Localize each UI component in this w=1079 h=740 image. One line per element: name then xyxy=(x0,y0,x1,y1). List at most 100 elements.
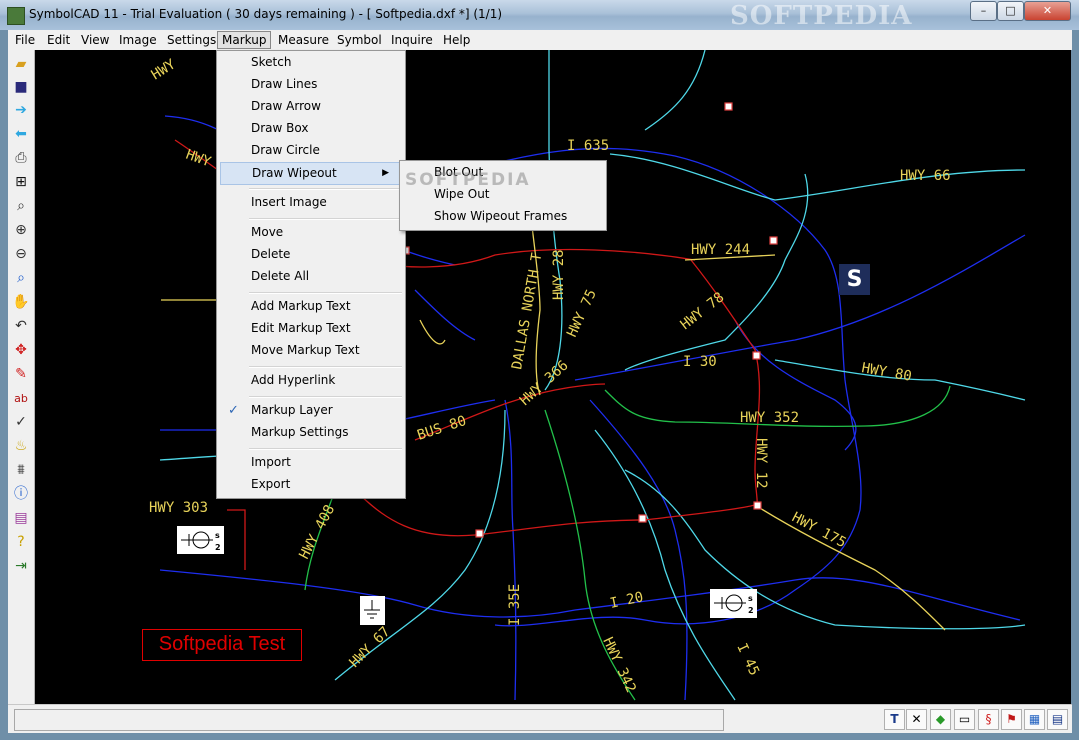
menu-item-label: Draw Wipeout xyxy=(252,166,337,180)
menu-item-markup-settings[interactable]: Markup Settings xyxy=(220,422,348,443)
menu-item-move-markup-text[interactable]: Move Markup Text xyxy=(220,340,360,361)
menu-item-draw-wipeout[interactable]: Draw Wipeout ▶ xyxy=(220,162,400,185)
menu-item-draw-arrow[interactable]: Draw Arrow xyxy=(220,96,321,117)
road-cyan xyxy=(644,50,706,131)
help-question-icon[interactable]: ? xyxy=(10,532,32,553)
zoom-icon[interactable]: ⌕ xyxy=(10,196,32,217)
binoculars-icon[interactable]: ⊞ xyxy=(10,172,32,193)
svg-text:2: 2 xyxy=(748,606,754,615)
menu-inquire[interactable]: Inquire xyxy=(386,31,438,49)
menu-view[interactable]: View xyxy=(76,31,114,49)
pencil-icon[interactable]: ✎ xyxy=(10,364,32,385)
status-bar: T ✕ ◆ ▭ § ⚑ ▦ ▤ xyxy=(8,704,1072,733)
app-icon[interactable] xyxy=(7,7,25,25)
zoom-out-icon[interactable]: ⊖ xyxy=(10,244,32,265)
svg-text:2: 2 xyxy=(215,543,221,552)
back-arrow-icon[interactable]: ⬅ xyxy=(10,124,32,145)
menu-item-delete[interactable]: Delete xyxy=(220,244,290,265)
minimize-button[interactable]: – xyxy=(970,1,997,21)
text-ab-icon[interactable]: ab xyxy=(10,388,32,409)
menu-item-insert-image[interactable]: Insert Image xyxy=(220,192,327,213)
book-icon[interactable]: ▤ xyxy=(10,508,32,529)
menu-markup[interactable]: Markup xyxy=(217,31,272,49)
menu-separator xyxy=(249,448,402,450)
menu-item-add-markup-text[interactable]: Add Markup Text xyxy=(220,296,351,317)
map-marker[interactable] xyxy=(752,351,761,360)
open-folder-icon[interactable]: ▰ xyxy=(10,54,32,75)
menu-item-delete-all[interactable]: Delete All xyxy=(220,266,309,287)
menu-item-blot-out[interactable]: Blot Out xyxy=(403,162,483,183)
map-drawing: HWY HWY I 635 HWY 66 DALLAS NORTH T HWY … xyxy=(149,50,1026,701)
style-icon[interactable]: ⚑ xyxy=(1001,709,1022,730)
menu-edit[interactable]: Edit xyxy=(42,31,75,49)
menu-measure[interactable]: Measure xyxy=(273,31,334,49)
menu-item-markup-layer[interactable]: ✓ Markup Layer xyxy=(220,400,333,421)
exit-icon[interactable]: ⇥ xyxy=(10,556,32,577)
menu-help[interactable]: Help xyxy=(438,31,475,49)
pan-hand-icon[interactable]: ✋ xyxy=(10,292,32,313)
menu-item-import[interactable]: Import xyxy=(220,452,291,473)
menu-item-edit-markup-text[interactable]: Edit Markup Text xyxy=(220,318,351,339)
title-bar[interactable]: SymbolCAD 11 - Trial Evaluation ( 30 day… xyxy=(0,0,1079,31)
layer-icon[interactable]: ◆ xyxy=(930,709,951,730)
menu-settings[interactable]: Settings xyxy=(162,31,221,49)
maximize-button[interactable]: □ xyxy=(997,1,1024,21)
measure-icon[interactable]: ✓ xyxy=(10,412,32,433)
color-icon[interactable]: ▦ xyxy=(1024,709,1045,730)
menu-image[interactable]: Image xyxy=(114,31,162,49)
meter-symbol[interactable]: s 2 xyxy=(710,589,757,618)
zoom-window-icon[interactable]: ⌕ xyxy=(10,268,32,289)
drawing-canvas[interactable]: HWY HWY I 635 HWY 66 DALLAS NORTH T HWY … xyxy=(35,50,1071,704)
text-tool-icon[interactable]: T xyxy=(884,709,905,730)
snap-icon[interactable]: § xyxy=(978,709,999,730)
map-marker[interactable] xyxy=(753,501,762,510)
bulb-icon[interactable]: ♨ xyxy=(10,436,32,457)
road-blue xyxy=(414,289,476,341)
menu-bar: File Edit View Image Settings Markup Mea… xyxy=(8,30,1072,50)
cancel-icon[interactable]: ✕ xyxy=(906,709,927,730)
submenu-arrow-icon: ▶ xyxy=(382,168,389,178)
menu-item-move[interactable]: Move xyxy=(220,222,283,243)
info-icon[interactable]: ⓘ xyxy=(10,484,32,505)
close-button[interactable]: ✕ xyxy=(1024,1,1071,21)
road-blue xyxy=(504,399,517,701)
status-field xyxy=(14,709,724,731)
map-marker[interactable] xyxy=(769,236,778,245)
menu-item-wipe-out[interactable]: Wipe Out xyxy=(403,184,490,205)
zoom-in-icon[interactable]: ⊕ xyxy=(10,220,32,241)
map-label: HWY 66 xyxy=(900,168,951,184)
menu-item-draw-lines[interactable]: Draw Lines xyxy=(220,74,317,95)
display-icon[interactable]: ▤ xyxy=(1047,709,1068,730)
layers-icon[interactable]: ⩩ xyxy=(10,460,32,481)
menu-symbol[interactable]: Symbol xyxy=(332,31,387,49)
wipeout-submenu: Blot Out Wipe Out Show Wipeout Frames xyxy=(399,160,607,231)
window-icon[interactable]: ▭ xyxy=(954,709,975,730)
svg-text:s: s xyxy=(215,531,220,540)
map-marker[interactable] xyxy=(638,514,647,523)
menu-item-draw-box[interactable]: Draw Box xyxy=(220,118,308,139)
menu-file[interactable]: File xyxy=(10,31,40,49)
map-label: I 35E xyxy=(507,584,523,626)
softpedia-test-text[interactable]: Softpedia Test xyxy=(142,629,302,661)
ground-symbol[interactable] xyxy=(360,596,385,625)
print-icon[interactable]: ⎙ xyxy=(10,148,32,169)
menu-separator xyxy=(249,218,402,220)
map-label: HWY xyxy=(149,56,179,83)
meter-symbol[interactable]: s 2 xyxy=(177,526,224,554)
road-blue xyxy=(574,234,1026,381)
forward-arrow-icon[interactable]: ➔ xyxy=(10,100,32,121)
map-marker[interactable] xyxy=(475,529,484,538)
menu-item-add-hyperlink[interactable]: Add Hyperlink xyxy=(220,370,335,391)
save-icon[interactable]: ■ xyxy=(10,77,32,98)
menu-separator xyxy=(249,188,402,190)
undo-icon[interactable]: ↶ xyxy=(10,316,32,337)
menu-item-draw-circle[interactable]: Draw Circle xyxy=(220,140,320,161)
map-label: I 30 xyxy=(683,354,717,370)
move-arrows-icon[interactable]: ✥ xyxy=(10,340,32,361)
menu-item-show-wipeout-frames[interactable]: Show Wipeout Frames xyxy=(403,206,567,227)
map-marker[interactable] xyxy=(724,102,733,111)
menu-item-export[interactable]: Export xyxy=(220,474,290,495)
road-cyan xyxy=(624,173,809,371)
map-label: HWY 244 xyxy=(691,242,750,258)
menu-item-sketch[interactable]: Sketch xyxy=(220,52,291,73)
